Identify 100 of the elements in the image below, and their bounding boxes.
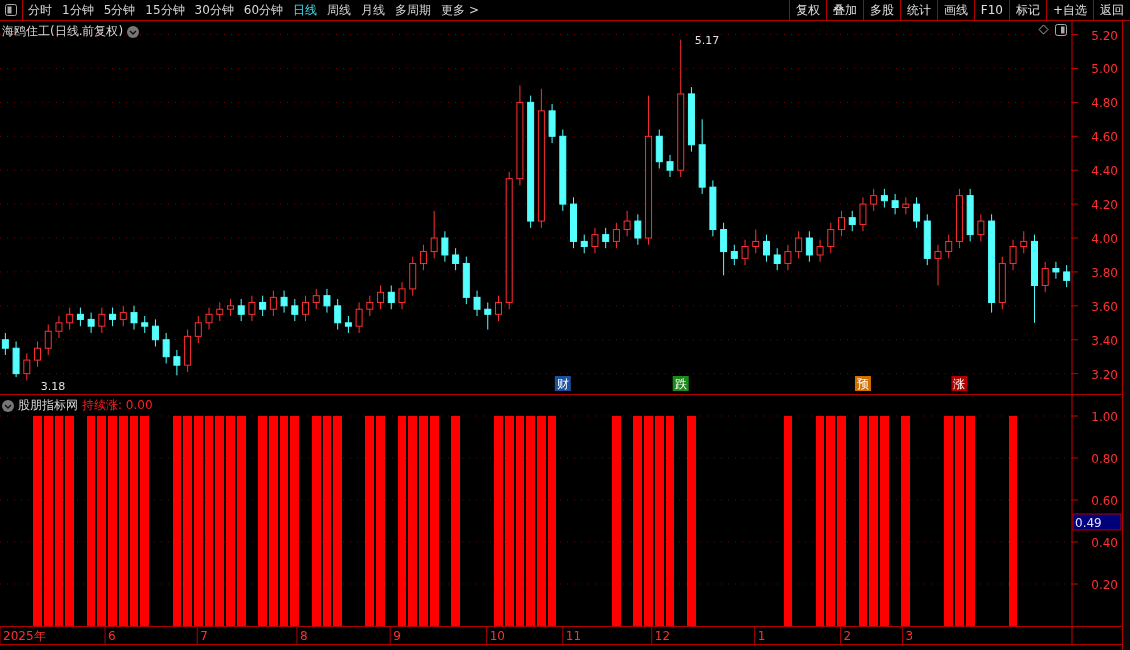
candle [237,298,245,322]
price-axis-label: 3.60 [1091,299,1118,314]
candle [66,307,74,331]
candle [687,86,695,153]
candle [291,298,299,322]
price-axis-label: 5.20 [1091,28,1118,43]
date-axis-label: 11 [565,629,582,643]
candle [870,188,878,212]
period-tab[interactable]: 周线 [322,0,357,20]
candle [570,196,577,249]
chevron-down-icon[interactable] [2,399,14,412]
candle [377,285,385,310]
candle [923,213,931,266]
event-marker[interactable]: 财 [554,376,571,391]
price-axis-label: 4.20 [1091,198,1118,213]
candle [473,290,481,317]
candle [162,332,170,364]
candle [580,234,588,254]
period-tab[interactable]: 30分钟 [189,0,239,20]
candle [430,210,438,259]
candle [795,230,803,259]
candle [548,103,556,144]
indicator-axis-label: 0.60 [1091,494,1118,508]
candle [269,290,277,317]
candle [848,210,856,232]
candle [44,324,52,356]
candle [141,315,149,334]
period-tab[interactable]: 5分钟 [98,0,141,20]
candle [216,301,224,322]
period-tab[interactable]: 日线 [288,0,323,20]
indicator-axis-label: 1.00 [1091,410,1118,424]
candle [398,281,406,310]
candle [248,295,256,322]
candle [387,285,395,310]
candle [109,307,117,327]
candle [495,295,502,322]
price-axis-label: 4.60 [1091,130,1118,145]
diamond-icon[interactable] [1038,24,1049,35]
candle [55,315,63,339]
panel-toggle-icon[interactable] [5,4,17,16]
candle [76,307,84,327]
candle [334,298,342,331]
candle [784,244,792,271]
candle [87,312,95,334]
indicator-axis-label: 0.20 [1091,578,1118,592]
price-axis-label: 4.00 [1091,232,1118,246]
candle [419,244,427,271]
candle [612,222,620,249]
candle [302,295,309,322]
indicator-reading: 持续涨: 0.00 [82,397,153,414]
candle [816,239,824,263]
chevron-down-icon[interactable] [127,25,140,38]
period-tab[interactable]: 15分钟 [140,0,190,20]
indicator-axis-label: 0.80 [1091,452,1118,466]
candle [666,154,674,178]
value-reading: 0.49 [1072,513,1122,531]
candle [1041,261,1049,293]
panel-toggle-icon[interactable] [1055,24,1067,36]
indicator-title: 股朋指标网 [18,397,78,414]
candle [355,301,363,334]
candle [602,227,610,249]
price-axis-label: 4.80 [1091,96,1118,111]
candle [763,234,770,263]
candle [1020,230,1028,254]
candle [12,340,20,378]
candle [1063,264,1071,288]
candle [227,298,234,317]
period-tab[interactable]: 多周期 [390,0,437,20]
candle [966,188,974,242]
price-axis-label: 3.40 [1091,333,1118,348]
price-axis-label: 4.40 [1091,164,1118,179]
candle [977,213,985,242]
period-tab[interactable]: 更多 > [436,0,484,20]
candle [280,290,288,314]
period-tab[interactable]: 60分钟 [238,0,289,20]
low-price-label: 3.18 [40,380,66,394]
candle [655,129,663,169]
candle [119,305,127,327]
candle [130,305,138,331]
event-marker[interactable]: 预 [854,376,871,391]
candle [773,247,781,271]
candle [323,288,331,314]
period-tab[interactable]: 1分钟 [57,0,99,20]
period-tab[interactable]: 分时 [23,0,57,20]
event-marker[interactable]: 涨 [951,376,968,391]
event-marker[interactable]: 跌 [672,376,689,391]
candle [259,295,267,317]
candle [1052,261,1060,280]
date-axis-label: 12 [654,629,671,643]
candle [827,222,835,254]
candle [1009,239,1017,271]
price-axis-label: 3.20 [1091,367,1118,382]
candle [805,230,813,263]
candle [344,315,352,334]
price-axis-label: 5.00 [1091,62,1118,77]
candle [955,188,963,249]
date-axis-label: 9 [393,629,401,643]
date-axis-label: 1 [757,629,766,643]
candle [34,340,41,368]
period-tab[interactable]: 月线 [356,0,391,20]
